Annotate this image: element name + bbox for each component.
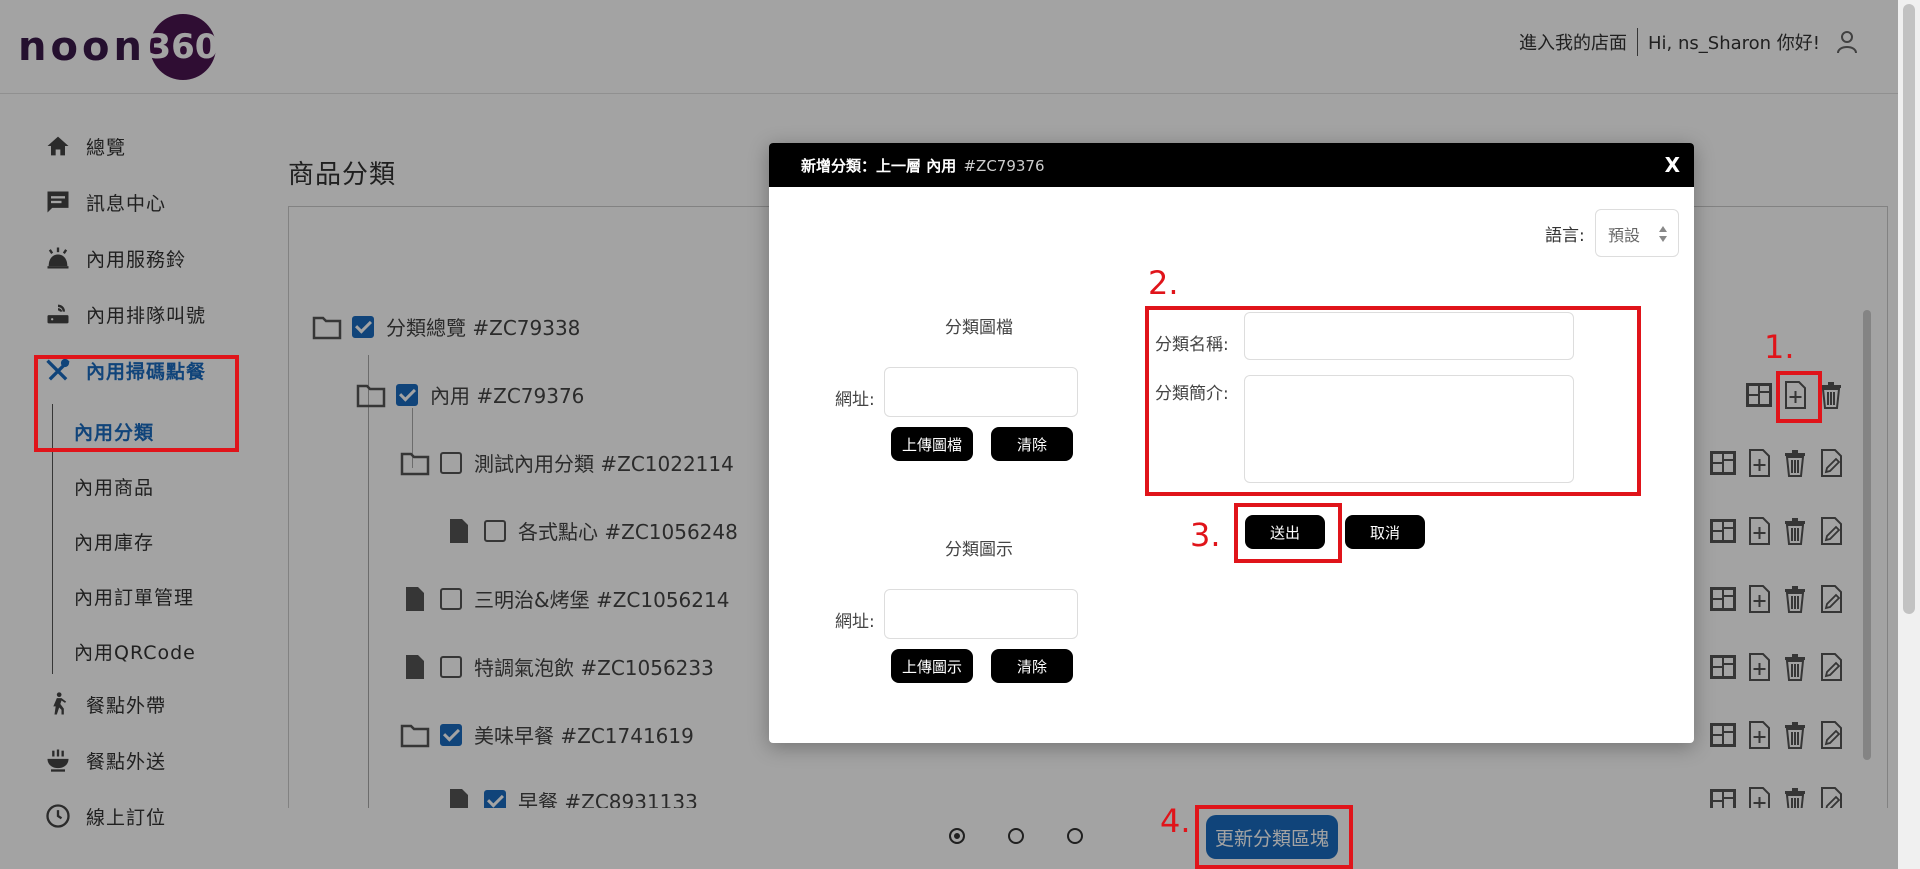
modal-title: 新增分類：上一層 內用 #ZC79376 [801, 155, 1045, 176]
page-scrollbar-thumb[interactable] [1903, 4, 1915, 614]
modal-header: 新增分類：上一層 內用 #ZC79376 X [769, 143, 1694, 187]
select-arrows-icon [1659, 226, 1667, 242]
annotation-number-4: 4. [1160, 802, 1191, 840]
image-url-label: 網址: [835, 390, 875, 410]
clear-image-button[interactable]: 清除 [991, 427, 1073, 461]
annotation-number-3: 3. [1190, 516, 1221, 554]
upload-icon-button[interactable]: 上傳圖示 [891, 649, 973, 683]
image-icon-label: 分類圖示 [945, 540, 1013, 560]
modal-title-prefix: 新增分類：上一層 內用 [801, 157, 957, 175]
clear-icon-button[interactable]: 清除 [991, 649, 1073, 683]
modal-title-code: #ZC79376 [963, 157, 1045, 175]
annotation-number-2: 2. [1148, 264, 1179, 302]
annotation-box-fields [1145, 306, 1641, 496]
language-label: 語言: [1545, 226, 1585, 246]
language-value: 預設 [1608, 226, 1641, 245]
annotation-box-submit [1234, 503, 1342, 563]
close-button[interactable]: X [1665, 153, 1680, 177]
image-url-input[interactable] [884, 367, 1078, 417]
cancel-button[interactable]: 取消 [1345, 515, 1425, 549]
annotation-box-update [1195, 805, 1353, 869]
page-scrollbar[interactable] [1898, 0, 1920, 869]
upload-image-button[interactable]: 上傳圖檔 [891, 427, 973, 461]
language-select[interactable]: 預設 [1595, 209, 1679, 257]
annotation-box-add [1776, 371, 1822, 423]
icon-url-label: 網址: [835, 612, 875, 632]
icon-url-input[interactable] [884, 589, 1078, 639]
image-file-label: 分類圖檔 [945, 318, 1013, 338]
annotation-box-sidebar [34, 355, 239, 452]
annotation-number-1: 1. [1764, 328, 1795, 366]
